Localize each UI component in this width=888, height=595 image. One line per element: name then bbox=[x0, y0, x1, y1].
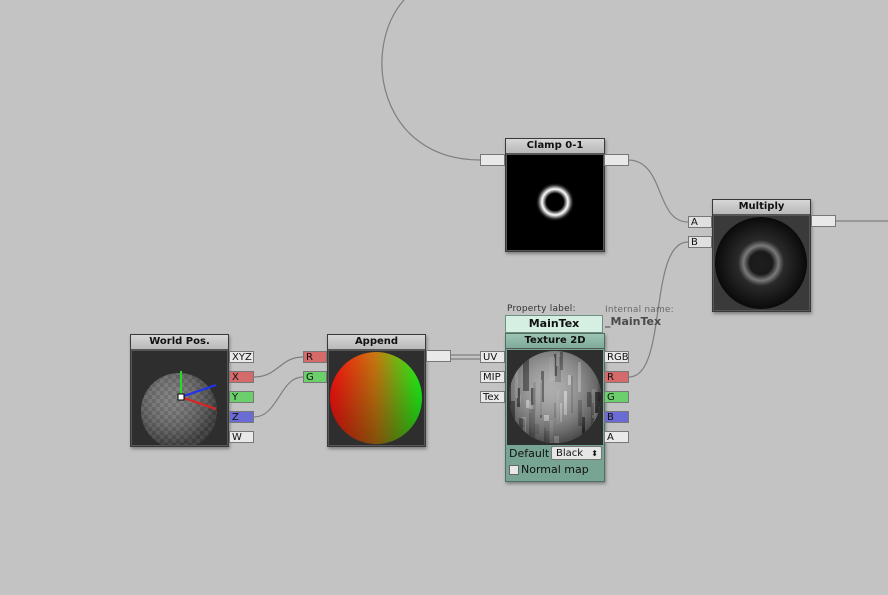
multiply-node[interactable]: Multiply bbox=[712, 199, 811, 312]
clamp-node[interactable]: Clamp 0-1 bbox=[505, 138, 605, 252]
multiply-node-title[interactable]: Multiply bbox=[713, 200, 810, 215]
normal-map-row: Normal map bbox=[506, 462, 604, 478]
world-pos-output-y[interactable]: Y bbox=[229, 391, 254, 403]
clamp-output-port[interactable] bbox=[604, 154, 629, 166]
append-output-port[interactable] bbox=[426, 350, 451, 362]
multiply-input-a[interactable]: A bbox=[688, 216, 712, 228]
texture-noise-sphere-image bbox=[509, 351, 601, 443]
internal-name-caption: Internal name: bbox=[605, 305, 674, 315]
internal-name-value: _MainTex bbox=[605, 315, 662, 328]
world-pos-output-z[interactable]: Z bbox=[229, 411, 254, 423]
append-input-g[interactable]: G bbox=[303, 371, 327, 383]
texture2d-input-tex[interactable]: Tex bbox=[480, 391, 505, 403]
clamp-input-port[interactable] bbox=[480, 154, 505, 166]
texture2d-output-b[interactable]: B bbox=[604, 411, 629, 423]
multiply-input-b[interactable]: B bbox=[688, 236, 712, 248]
clamp-preview bbox=[507, 155, 603, 250]
default-label: Default bbox=[509, 447, 550, 460]
append-input-r[interactable]: R bbox=[303, 351, 327, 363]
texture2d-input-uv[interactable]: UV bbox=[480, 351, 505, 363]
ring-preview-image bbox=[536, 183, 574, 221]
property-label-field[interactable]: MainTex bbox=[505, 315, 603, 333]
wire-loop bbox=[381, 0, 481, 161]
normal-map-checkbox[interactable] bbox=[509, 465, 519, 475]
texture2d-input-mip[interactable]: MIP bbox=[480, 371, 505, 383]
texture2d-node-title[interactable]: Texture 2D bbox=[506, 334, 604, 349]
append-preview bbox=[329, 351, 424, 445]
default-texture-dropdown[interactable]: Black ⬍ bbox=[551, 446, 602, 460]
append-gradient-sphere-image bbox=[330, 352, 422, 444]
world-pos-output-x[interactable]: X bbox=[229, 371, 254, 383]
clamp-node-title[interactable]: Clamp 0-1 bbox=[506, 139, 604, 154]
wire-clamp-to-multiply-a bbox=[627, 159, 689, 223]
world-pos-node[interactable]: World Pos. bbox=[130, 334, 229, 447]
normal-map-label: Normal map bbox=[521, 463, 589, 476]
texture2d-output-rgb[interactable]: RGB bbox=[604, 351, 629, 363]
property-label-caption: Property label: bbox=[507, 304, 576, 314]
default-texture-value: Black bbox=[556, 448, 584, 459]
multiply-output-port[interactable] bbox=[811, 215, 836, 227]
world-pos-output-xyz[interactable]: XYZ bbox=[229, 351, 254, 363]
append-node-title[interactable]: Append bbox=[328, 335, 425, 350]
append-node[interactable]: Append bbox=[327, 334, 426, 447]
multiply-preview bbox=[714, 216, 809, 310]
wire-z-to-append-g bbox=[253, 376, 304, 418]
world-pos-preview bbox=[132, 351, 227, 445]
world-pos-output-w[interactable]: W bbox=[229, 431, 254, 443]
texture2d-output-r[interactable]: R bbox=[604, 371, 629, 383]
world-pos-gizmo-image bbox=[141, 371, 217, 445]
texture2d-preview bbox=[507, 350, 603, 445]
multiply-preview-image bbox=[715, 217, 807, 309]
default-row: Default Black ⬍ bbox=[506, 446, 604, 462]
world-pos-node-title[interactable]: World Pos. bbox=[131, 335, 228, 350]
texture2d-node[interactable]: Texture 2D Default Black ⬍ Normal map bbox=[505, 333, 605, 482]
texture2d-output-g[interactable]: G bbox=[604, 391, 629, 403]
texture2d-output-a[interactable]: A bbox=[604, 431, 629, 443]
wire-x-to-append-r bbox=[253, 356, 304, 378]
dropdown-arrow-icon: ⬍ bbox=[591, 449, 598, 458]
